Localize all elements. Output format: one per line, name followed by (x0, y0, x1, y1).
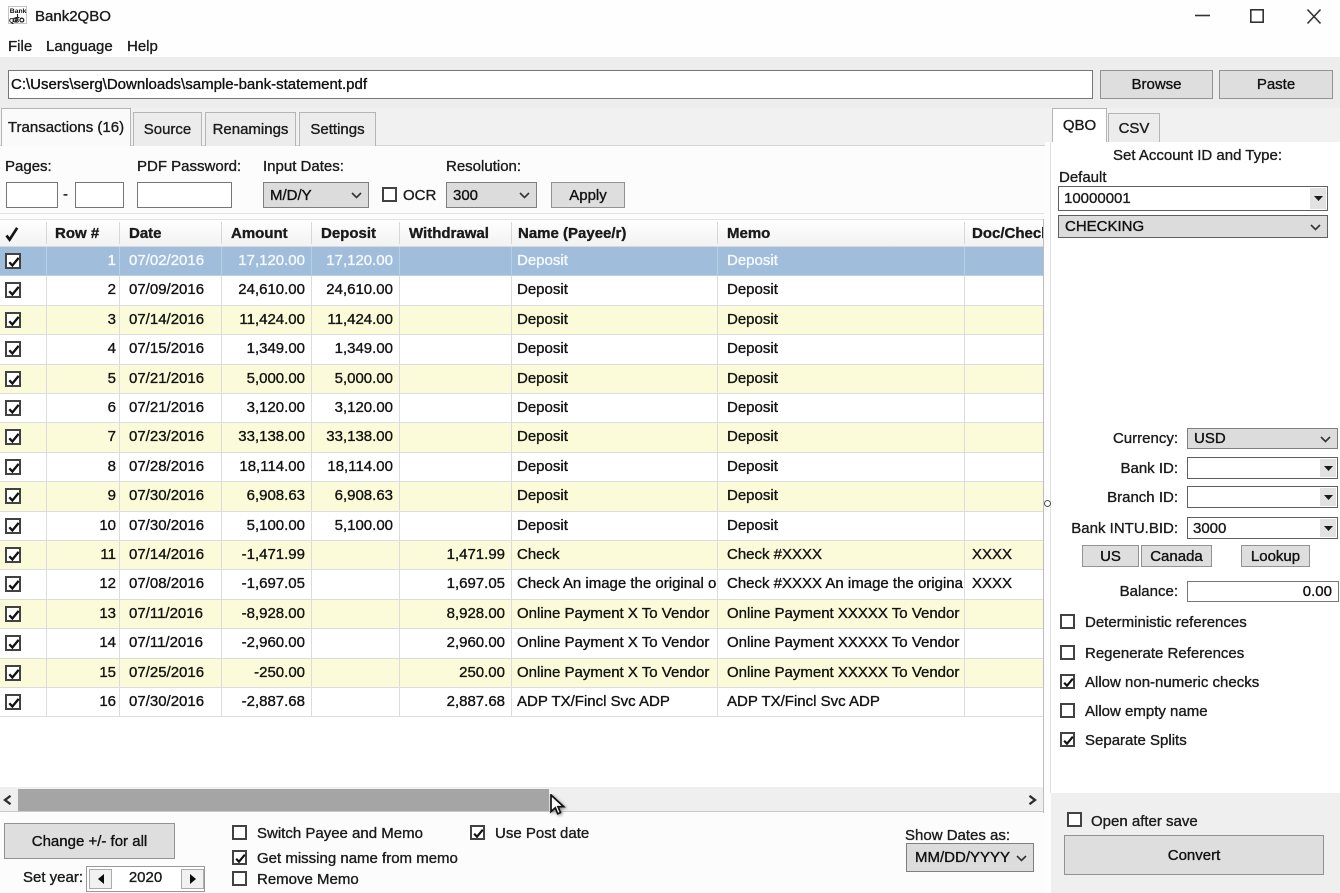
svg-text:Bank: Bank (10, 8, 27, 15)
